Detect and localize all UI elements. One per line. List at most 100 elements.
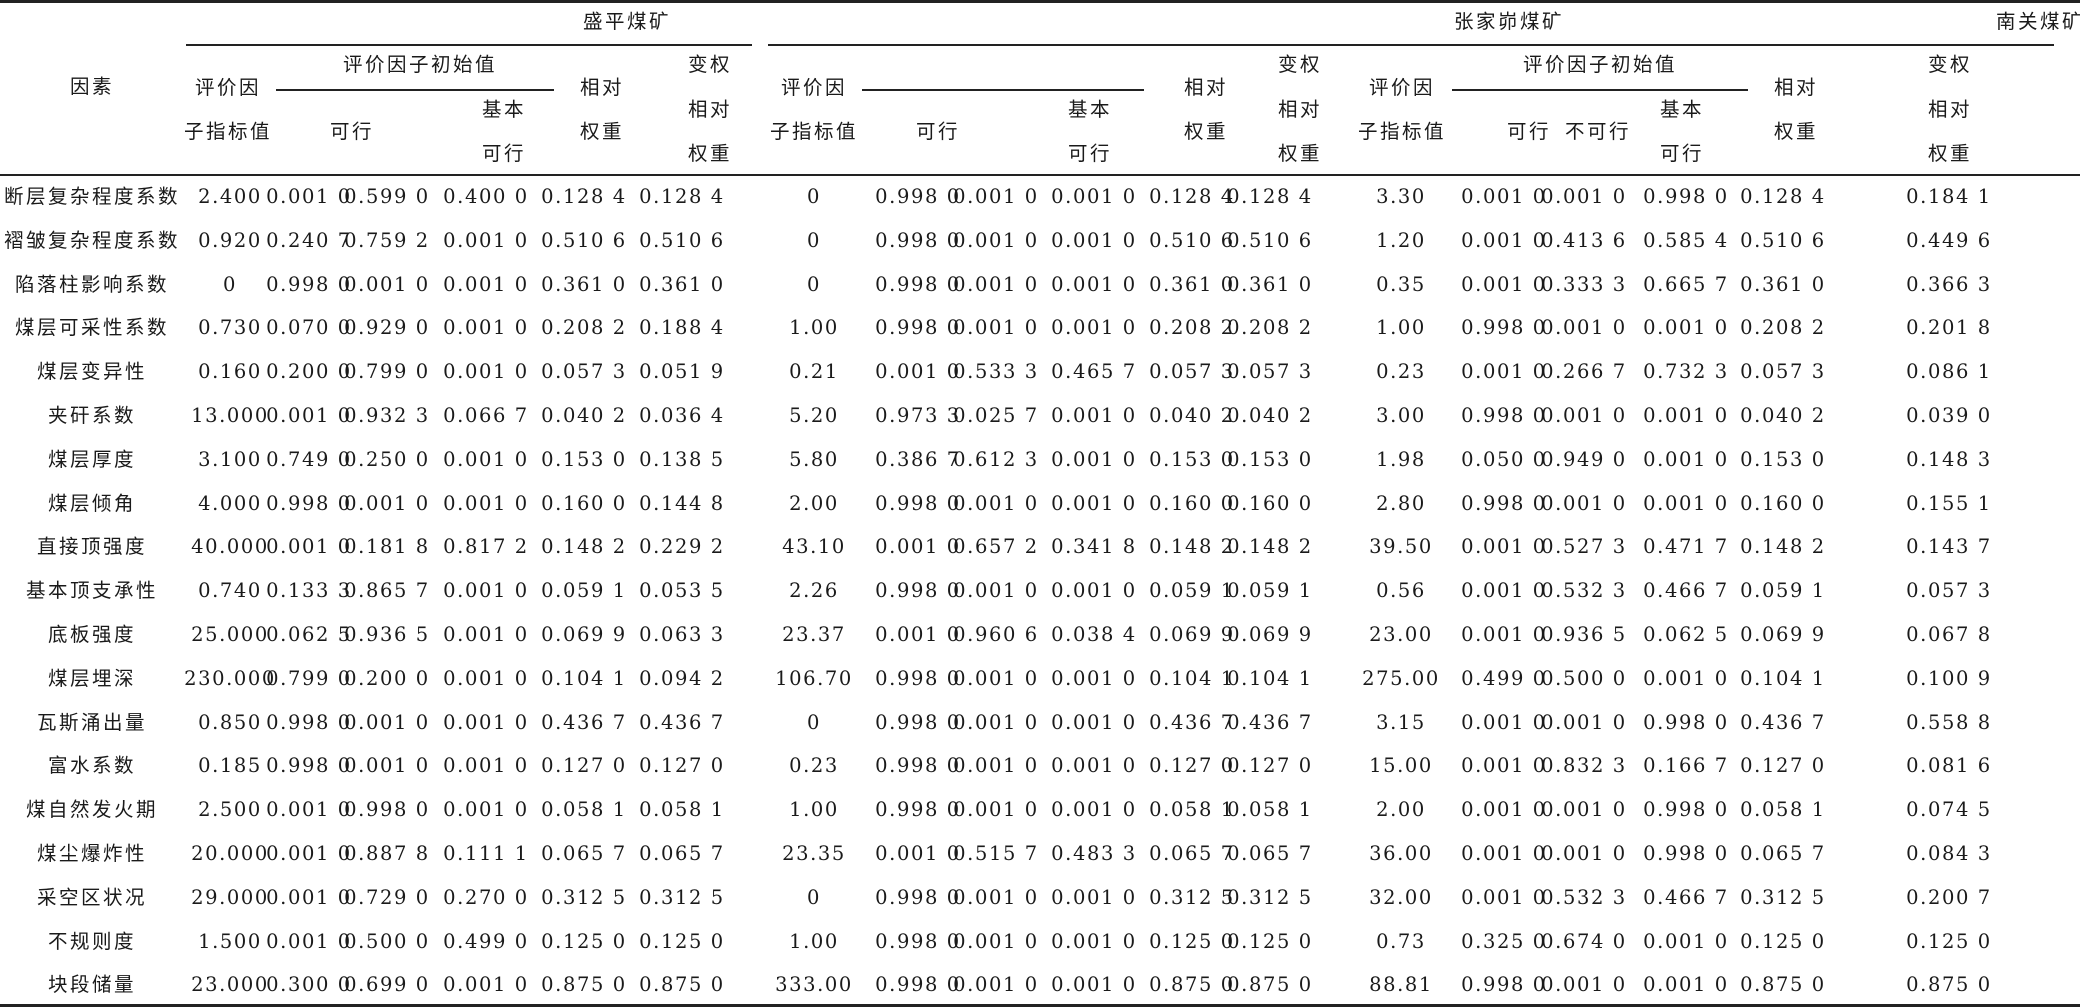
value-cell: 0.086 1	[1906, 360, 1992, 383]
value-cell: 0.050 0	[1461, 448, 1547, 471]
value-cell: 0.436 7	[1740, 711, 1826, 734]
value-cell: 0.001 0	[266, 185, 352, 208]
value-cell: 0.104 1	[541, 667, 627, 690]
value-cell: 0.998 0	[875, 492, 961, 515]
value-cell: 0.729 0	[344, 886, 430, 909]
value-cell: 0.998 0	[875, 754, 961, 777]
value-cell: 36.00	[1369, 842, 1433, 865]
value-cell: 0.058 1	[541, 798, 627, 821]
value-cell: 0.533 3	[953, 360, 1039, 383]
value-cell: 0.001 0	[1643, 973, 1729, 996]
value-cell: 0.240 7	[266, 229, 352, 252]
value-cell: 0.001 0	[443, 316, 529, 339]
factor-cell: 煤层变异性	[36, 360, 148, 383]
factor-cell: 底板强度	[47, 623, 137, 646]
value-cell: 0.153 0	[1227, 448, 1313, 471]
value-cell: 1.98	[1376, 448, 1426, 471]
value-cell: 0.138 5	[639, 448, 725, 471]
value-cell: 0.001 0	[953, 579, 1039, 602]
value-cell: 0.875 0	[541, 973, 627, 996]
value-cell: 0.449 6	[1906, 229, 1992, 252]
value-cell: 0.040 2	[541, 404, 627, 427]
value-cell: 0.181 8	[344, 535, 430, 558]
value-cell: 0.184 1	[1906, 185, 1992, 208]
value-cell: 0.466 7	[1643, 886, 1729, 909]
value-cell: 0.127 0	[1740, 754, 1826, 777]
value-cell: 20.000	[191, 842, 269, 865]
value-cell: 0.001 0	[443, 448, 529, 471]
value-cell: 0.125 0	[1149, 930, 1235, 953]
group-title-shengping: 盛平煤矿	[582, 10, 672, 33]
value-cell: 0.208 2	[1149, 316, 1235, 339]
value-cell: 40.000	[191, 535, 269, 558]
feasible-header-1: 可行	[329, 120, 375, 143]
value-cell: 0.325 0	[1461, 930, 1547, 953]
value-cell: 0.436 7	[639, 711, 725, 734]
value-cell: 0.56	[1376, 579, 1426, 602]
value-cell: 0.148 3	[1906, 448, 1992, 471]
variable-weight-header-2a: 变权	[1277, 53, 1323, 76]
value-cell: 0.21	[789, 360, 839, 383]
value-cell: 0.148 2	[1227, 535, 1313, 558]
basic-feasible-header-2b: 可行	[1067, 142, 1113, 165]
value-cell: 0.001 0	[1051, 448, 1137, 471]
factor-cell: 断层复杂程度系数	[3, 185, 181, 208]
value-cell: 0.73	[1376, 930, 1426, 953]
value-cell: 0.998 0	[875, 273, 961, 296]
value-cell: 3.30	[1376, 185, 1426, 208]
value-cell: 0.001 0	[344, 754, 430, 777]
value-cell: 0.001 0	[953, 229, 1039, 252]
value-cell: 0.001 0	[1541, 798, 1627, 821]
value-cell: 0.001 0	[443, 798, 529, 821]
value-cell: 0.125 0	[1906, 930, 1992, 953]
value-cell: 0.250 0	[344, 448, 430, 471]
value-cell: 0.998 0	[266, 273, 352, 296]
value-cell: 0.599 0	[344, 185, 430, 208]
value-cell: 0.665 7	[1643, 273, 1729, 296]
value-cell: 0.001 0	[443, 973, 529, 996]
value-cell: 0.532 3	[1541, 886, 1627, 909]
value-cell: 0.001 0	[1051, 404, 1137, 427]
value-cell: 13.000	[191, 404, 269, 427]
subheader-underline-2	[862, 89, 1144, 91]
value-cell: 0.001 0	[266, 404, 352, 427]
value-cell: 0	[806, 886, 822, 909]
value-cell: 0.125 0	[1227, 930, 1313, 953]
value-cell: 0.936 5	[344, 623, 430, 646]
value-cell: 0.001 0	[953, 798, 1039, 821]
group-underline-nanguan	[1354, 44, 2054, 46]
value-cell: 0.001 0	[443, 273, 529, 296]
value-cell: 0.998 0	[1461, 316, 1547, 339]
value-cell: 29.000	[191, 886, 269, 909]
value-cell: 0.001 0	[1051, 229, 1137, 252]
value-cell: 0.361 0	[639, 273, 725, 296]
value-cell: 0.001 0	[1541, 316, 1627, 339]
value-cell: 0.998 0	[875, 185, 961, 208]
value-cell: 1.500	[198, 930, 262, 953]
value-cell: 0.312 5	[1149, 886, 1235, 909]
value-cell: 0.998 0	[1643, 842, 1729, 865]
value-cell: 0.001 0	[1461, 229, 1547, 252]
value-cell: 0.998 0	[266, 711, 352, 734]
value-cell: 0.128 4	[1227, 185, 1313, 208]
value-cell: 3.15	[1376, 711, 1426, 734]
basic-feasible-header-2a: 基本	[1067, 98, 1113, 121]
value-cell: 0.001 0	[1643, 930, 1729, 953]
value-cell: 0.153 0	[541, 448, 627, 471]
group-title-nanguan: 南关煤矿	[1996, 10, 2080, 33]
value-cell: 0.001 0	[1051, 316, 1137, 339]
factor-cell: 不规则度	[47, 930, 137, 953]
value-cell: 0.001 0	[1051, 973, 1137, 996]
value-cell: 0.799 0	[266, 667, 352, 690]
factor-cell: 夹矸系数	[47, 404, 137, 427]
value-cell: 0.001 0	[1051, 273, 1137, 296]
value-cell: 0.527 3	[1541, 535, 1627, 558]
factor-cell: 富水系数	[47, 754, 137, 777]
value-cell: 0	[806, 185, 822, 208]
relative-weight-header-1a: 相对	[579, 76, 625, 99]
value-cell: 0.100 9	[1906, 667, 1992, 690]
value-cell: 0.001 0	[953, 273, 1039, 296]
value-cell: 0.038 4	[1051, 623, 1137, 646]
index-value-header-2b: 子指标值	[769, 120, 859, 143]
value-cell: 0.266 7	[1541, 360, 1627, 383]
